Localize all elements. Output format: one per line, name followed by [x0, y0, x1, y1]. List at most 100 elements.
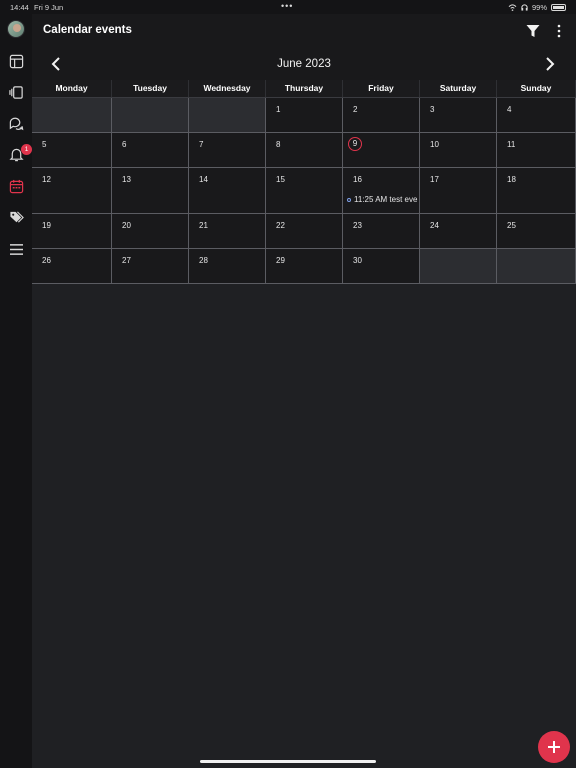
sidebar: 1	[0, 14, 32, 768]
day-number: 25	[507, 221, 516, 230]
day-cell[interactable]: 5	[32, 133, 112, 167]
day-number: 16	[353, 175, 362, 184]
day-number: 20	[122, 221, 131, 230]
day-number: 1	[276, 105, 281, 114]
day-cell[interactable]: 29	[266, 249, 343, 283]
day-cell[interactable]: 15	[266, 168, 343, 213]
cards-icon[interactable]	[6, 82, 26, 102]
today-day-number: 9	[348, 137, 362, 151]
day-number: 27	[122, 256, 131, 265]
day-cell[interactable]: 27	[112, 249, 189, 283]
week-row: 19 20 21 22 23 24 25	[32, 214, 576, 249]
day-number: 6	[122, 140, 127, 149]
day-cell[interactable]: 20	[112, 214, 189, 248]
day-number: 2	[353, 105, 358, 114]
day-cell[interactable]: 13	[112, 168, 189, 213]
day-cell[interactable]: 12	[32, 168, 112, 213]
empty-day-cell	[420, 249, 497, 283]
dashboard-icon[interactable]	[6, 51, 26, 71]
day-number: 22	[276, 221, 285, 230]
day-number: 12	[42, 175, 51, 184]
day-number: 17	[430, 175, 439, 184]
plus-icon	[548, 741, 560, 753]
wifi-icon	[508, 4, 517, 11]
day-number: 21	[199, 221, 208, 230]
day-number: 29	[276, 256, 285, 265]
weekday-sunday: Sunday	[497, 80, 576, 97]
battery-icon	[551, 4, 566, 11]
event-dot-icon	[347, 197, 351, 202]
weekday-thursday: Thursday	[266, 80, 343, 97]
day-number: 5	[42, 140, 47, 149]
day-cell[interactable]: 19	[32, 214, 112, 248]
chat-icon[interactable]	[6, 113, 26, 133]
day-number: 3	[430, 105, 435, 114]
tags-icon[interactable]	[6, 207, 26, 227]
day-cell[interactable]: 14	[189, 168, 266, 213]
app-header: Calendar events	[32, 14, 576, 48]
status-bar: 14:44 Fri 9 Jun ••• 99%	[0, 0, 576, 14]
empty-day-cell	[112, 98, 189, 132]
weekday-friday: Friday	[343, 80, 420, 97]
weekday-monday: Monday	[32, 80, 112, 97]
more-options-icon[interactable]	[554, 23, 564, 39]
menu-icon[interactable]	[6, 239, 26, 259]
home-indicator[interactable]	[200, 760, 376, 763]
day-cell[interactable]: 4	[497, 98, 576, 132]
day-cell[interactable]: 25	[497, 214, 576, 248]
status-date: Fri 9 Jun	[34, 3, 64, 12]
day-cell[interactable]: 8	[266, 133, 343, 167]
add-event-button[interactable]	[538, 731, 570, 763]
day-cell[interactable]: 17	[420, 168, 497, 213]
next-month-button[interactable]	[542, 56, 558, 72]
day-cell[interactable]: 16 11:25 AM test eve	[343, 168, 420, 213]
day-cell[interactable]: 24	[420, 214, 497, 248]
empty-day-cell	[32, 98, 112, 132]
avatar[interactable]	[7, 20, 25, 38]
weekday-header: Monday Tuesday Wednesday Thursday Friday Satu…	[32, 80, 576, 97]
day-cell[interactable]: 22	[266, 214, 343, 248]
calendar-icon[interactable]	[6, 176, 26, 196]
day-cell[interactable]: 9	[343, 133, 420, 167]
day-number: 10	[430, 140, 439, 149]
day-cell[interactable]: 28	[189, 249, 266, 283]
week-row: 1 2 3 4	[32, 98, 576, 133]
weekday-wednesday: Wednesday	[189, 80, 266, 97]
day-cell[interactable]: 1	[266, 98, 343, 132]
status-time: 14:44	[10, 3, 29, 12]
day-number: 30	[353, 256, 362, 265]
day-number: 26	[42, 256, 51, 265]
day-cell[interactable]: 10	[420, 133, 497, 167]
day-number: 8	[276, 140, 281, 149]
empty-day-cell	[189, 98, 266, 132]
day-cell[interactable]: 11	[497, 133, 576, 167]
day-cell[interactable]: 3	[420, 98, 497, 132]
calendar-event[interactable]: 11:25 AM test eve	[347, 195, 420, 204]
day-cell[interactable]: 18	[497, 168, 576, 213]
week-row: 26 27 28 29 30	[32, 249, 576, 284]
battery-percent: 99%	[531, 3, 547, 12]
day-cell[interactable]: 2	[343, 98, 420, 132]
day-number: 24	[430, 221, 439, 230]
status-right: 99%	[508, 3, 566, 12]
multitasking-dots[interactable]: •••	[281, 1, 293, 11]
day-number: 28	[199, 256, 208, 265]
day-number: 11	[507, 140, 516, 149]
day-cell[interactable]: 26	[32, 249, 112, 283]
day-cell[interactable]: 30	[343, 249, 420, 283]
day-number: 15	[276, 175, 285, 184]
week-row: 12 13 14 15 16 11:25 AM test eve 17 18	[32, 168, 576, 214]
week-row: 5 6 7 8 9 10 11	[32, 133, 576, 168]
headphones-icon	[521, 4, 528, 11]
day-cell[interactable]: 7	[189, 133, 266, 167]
day-cell[interactable]: 21	[189, 214, 266, 248]
day-number: 13	[122, 175, 131, 184]
filter-icon[interactable]	[526, 24, 540, 38]
day-number: 18	[507, 175, 516, 184]
month-grid: 1 2 3 4 5 6 7 8 9 10 11 12 13 14 15 16 11:25 AM test eve…	[32, 97, 576, 284]
day-cell[interactable]: 6	[112, 133, 189, 167]
day-cell[interactable]: 23	[343, 214, 420, 248]
weekday-saturday: Saturday	[420, 80, 497, 97]
day-number: 23	[353, 221, 362, 230]
day-number: 14	[199, 175, 208, 184]
